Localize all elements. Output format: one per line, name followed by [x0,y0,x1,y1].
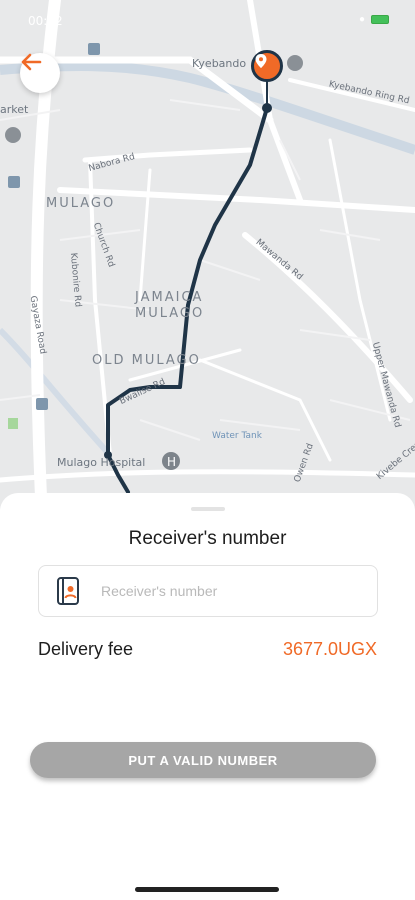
receiver-number-field[interactable] [38,565,378,617]
sheet-grabber[interactable] [191,507,225,511]
home-indicator [135,887,279,892]
wifi-icon: ● [358,14,365,25]
park-area [8,418,18,429]
area-label-old-mulago: OLD MULAGO [92,353,201,368]
put-valid-number-button[interactable]: PUT A VALID NUMBER [30,742,376,778]
destination-pin-icon[interactable] [251,50,283,82]
status-icons: ● [359,14,389,25]
area-label-jamaica: JAMAICA [135,290,204,305]
delivery-fee-label: Delivery fee [38,639,134,659]
place-label-mulago-hospital: Mulago Hospital [57,456,146,469]
place-label-water-tank: Water Tank [212,431,262,441]
bus-stop-icon [8,176,20,188]
sheet-title: Receiver's number [128,528,287,549]
svg-text:H: H [167,455,176,469]
poi-marker-icon [287,55,303,71]
delivery-fee-value: 3677.0UGX [282,639,377,659]
map-roads: H [0,0,415,520]
bus-stop-icon [36,398,48,410]
route-start-dot [262,103,272,113]
back-button[interactable] [20,53,60,93]
receiver-number-input[interactable] [101,583,351,599]
place-label-market: arket [0,103,29,116]
area-label-mulago-2: MULAGO [135,306,205,321]
bus-stop-icon [88,43,100,55]
battery-icon [371,15,389,24]
bottom-sheet: Receiver's number Delivery fee 3677.0UGX… [0,493,415,900]
arrow-left-icon [21,53,42,71]
place-label-kyebando: Kyebando [192,57,247,70]
area-label-mulago: MULAGO [46,196,116,211]
status-time: 00:12 [28,14,63,28]
map-view[interactable]: H MULAGO JAMAICA MULAGO OLD MULAGO Kyeba… [0,0,415,520]
contact-card-icon[interactable] [57,577,79,605]
shop-poi-icon [5,127,21,143]
